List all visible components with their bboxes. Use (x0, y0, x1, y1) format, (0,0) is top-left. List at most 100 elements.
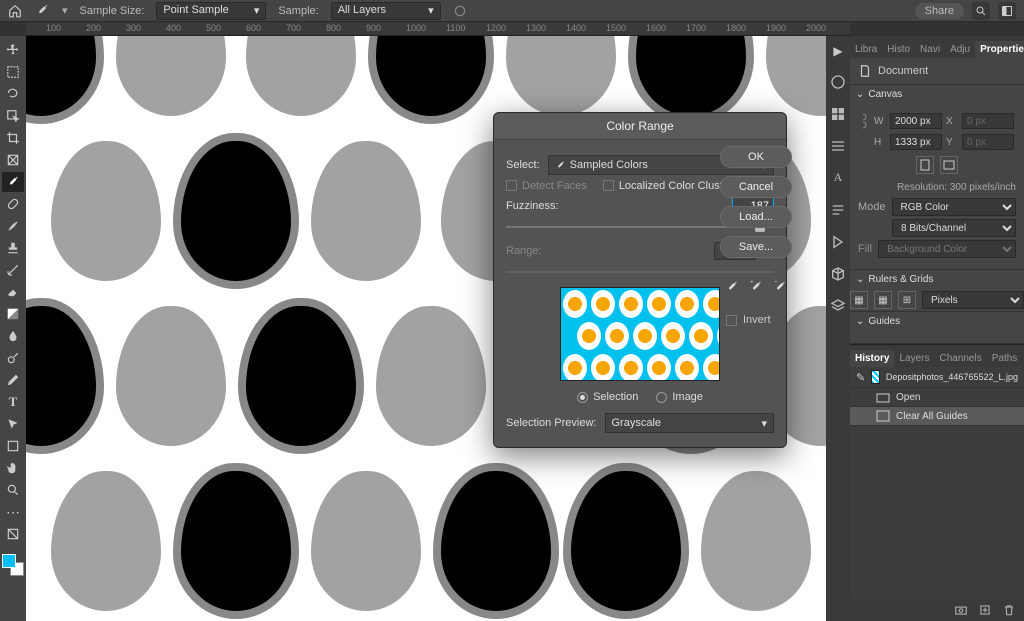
type-tool[interactable]: T (2, 392, 24, 412)
ok-button[interactable]: OK (720, 146, 792, 168)
localized-checkbox[interactable]: Localized Color Clusters (603, 180, 738, 192)
document-label: Document (878, 65, 928, 77)
eyedropper-add-icon[interactable] (749, 280, 763, 294)
load-button[interactable]: Load... (720, 206, 792, 228)
eyedropper-tool-icon (34, 3, 50, 19)
invert-checkbox[interactable]: Invert (720, 314, 792, 326)
healing-tool[interactable] (2, 194, 24, 214)
snapshot-thumb (871, 370, 880, 384)
mode-label: Mode (858, 201, 886, 213)
link-icon[interactable] (858, 111, 870, 131)
history-snapshot[interactable]: ✎ Depositphotos_446765522_L.jpg (850, 367, 1024, 388)
depth-select[interactable]: 8 Bits/Channel (892, 219, 1016, 237)
color-swatches[interactable] (2, 554, 24, 576)
history-brush-tool[interactable] (2, 260, 24, 280)
eyedropper-sample-icon[interactable] (725, 280, 739, 294)
blur-tool[interactable] (2, 326, 24, 346)
pen-tool[interactable] (2, 370, 24, 390)
radio-image[interactable]: Image (656, 391, 703, 403)
object-select-tool[interactable] (2, 106, 24, 126)
tab-libraries[interactable]: Libra (850, 41, 882, 58)
grid-icon[interactable]: ▦ (874, 291, 892, 309)
character-panel-icon[interactable]: A (830, 170, 846, 186)
new-state-icon[interactable] (978, 603, 992, 617)
height-input[interactable] (890, 134, 942, 150)
stamp-tool[interactable] (2, 238, 24, 258)
chevron-down-icon[interactable]: ▾ (62, 4, 68, 17)
tab-histogram[interactable]: Histo (882, 41, 915, 58)
radio-selection[interactable]: Selection (577, 391, 638, 403)
ruler-icon[interactable]: ▦ (850, 291, 868, 309)
new-snapshot-icon[interactable] (954, 603, 968, 617)
hand-tool[interactable] (2, 458, 24, 478)
workspace-icon[interactable] (998, 2, 1016, 20)
history-step[interactable]: Open (850, 388, 1024, 407)
dodge-tool[interactable] (2, 348, 24, 368)
brush-icon: ✎ (856, 371, 865, 384)
3d-panel-icon[interactable] (830, 266, 846, 282)
guides-section-head[interactable]: ⌄Guides (850, 312, 1024, 331)
lasso-tool[interactable] (2, 84, 24, 104)
tab-history[interactable]: History (850, 350, 894, 367)
layers-panel-icon[interactable] (830, 298, 846, 314)
tab-layers[interactable]: Layers (894, 350, 934, 367)
gradients-panel-icon[interactable] (830, 138, 846, 154)
document-icon (858, 64, 872, 78)
rulers-section-head[interactable]: ⌄Rulers & Grids (850, 270, 1024, 289)
history-panel: History Layers Channels Paths ≡ ✎ Deposi… (850, 344, 1024, 621)
brush-tool[interactable] (2, 216, 24, 236)
horizontal-ruler: 100 200 300 400 500 600 700 800 900 1000… (26, 22, 850, 36)
eyedropper-subtract-icon[interactable] (773, 280, 787, 294)
actions-panel-icon[interactable] (830, 234, 846, 250)
tools-panel: T ⋯ (0, 36, 26, 621)
eyedropper-tool[interactable] (2, 172, 24, 192)
units-select[interactable]: Pixels (922, 291, 1024, 309)
guides-icon[interactable]: ⊞ (898, 291, 916, 309)
edit-toolbar[interactable] (2, 524, 24, 544)
search-icon[interactable] (972, 2, 990, 20)
width-input[interactable] (890, 113, 942, 129)
sample-size-dropdown[interactable]: Point Sample▾ (156, 2, 266, 20)
tab-channels[interactable]: Channels (934, 350, 986, 367)
fuzziness-label: Fuzziness: (506, 200, 559, 212)
tab-adjustments[interactable]: Adju (945, 41, 975, 58)
preview-dropdown[interactable]: Grayscale▾ (605, 413, 775, 433)
sample-label: Sample: (278, 5, 318, 17)
right-panels: Libra Histo Navi Adju Properties ≡ Docum… (850, 36, 1024, 621)
more-tools[interactable]: ⋯ (2, 502, 24, 522)
gradient-tool[interactable] (2, 304, 24, 324)
eraser-tool[interactable] (2, 282, 24, 302)
sample-dropdown[interactable]: All Layers▾ (331, 2, 441, 20)
canvas-section-head[interactable]: ⌄Canvas (850, 85, 1024, 104)
cancel-button[interactable]: Cancel (720, 176, 792, 198)
zoom-tool[interactable] (2, 480, 24, 500)
tab-properties[interactable]: Properties (975, 41, 1024, 58)
mode-select[interactable]: RGB Color (892, 198, 1016, 216)
move-tool[interactable] (2, 40, 24, 60)
home-icon[interactable] (8, 4, 22, 18)
collapsed-panels-strip: ▶ A (826, 36, 850, 621)
frame-tool[interactable] (2, 150, 24, 170)
delete-icon[interactable] (1002, 603, 1016, 617)
share-button[interactable]: Share (915, 3, 964, 19)
swatches-panel-icon[interactable] (830, 106, 846, 122)
tab-navigator[interactable]: Navi (915, 41, 945, 58)
path-select-tool[interactable] (2, 414, 24, 434)
sample-size-label: Sample Size: (80, 5, 145, 17)
crop-tool[interactable] (2, 128, 24, 148)
save-button[interactable]: Save... (720, 236, 792, 258)
guides-step-icon (876, 410, 890, 422)
marquee-tool[interactable] (2, 62, 24, 82)
color-panel-icon[interactable] (830, 74, 846, 90)
shape-tool[interactable] (2, 436, 24, 456)
selection-preview (560, 287, 720, 381)
orientation-landscape-icon[interactable] (940, 156, 958, 174)
dialog-buttons: OK Cancel Load... Save... Invert (720, 146, 792, 326)
detect-faces-checkbox: Detect Faces (506, 180, 587, 192)
paragraph-panel-icon[interactable] (830, 202, 846, 218)
tab-paths[interactable]: Paths (987, 350, 1023, 367)
sample-ring-icon[interactable] (453, 4, 467, 18)
history-step[interactable]: Clear All Guides (850, 407, 1024, 426)
orientation-portrait-icon[interactable] (916, 156, 934, 174)
play-icon[interactable]: ▶ (833, 44, 842, 58)
